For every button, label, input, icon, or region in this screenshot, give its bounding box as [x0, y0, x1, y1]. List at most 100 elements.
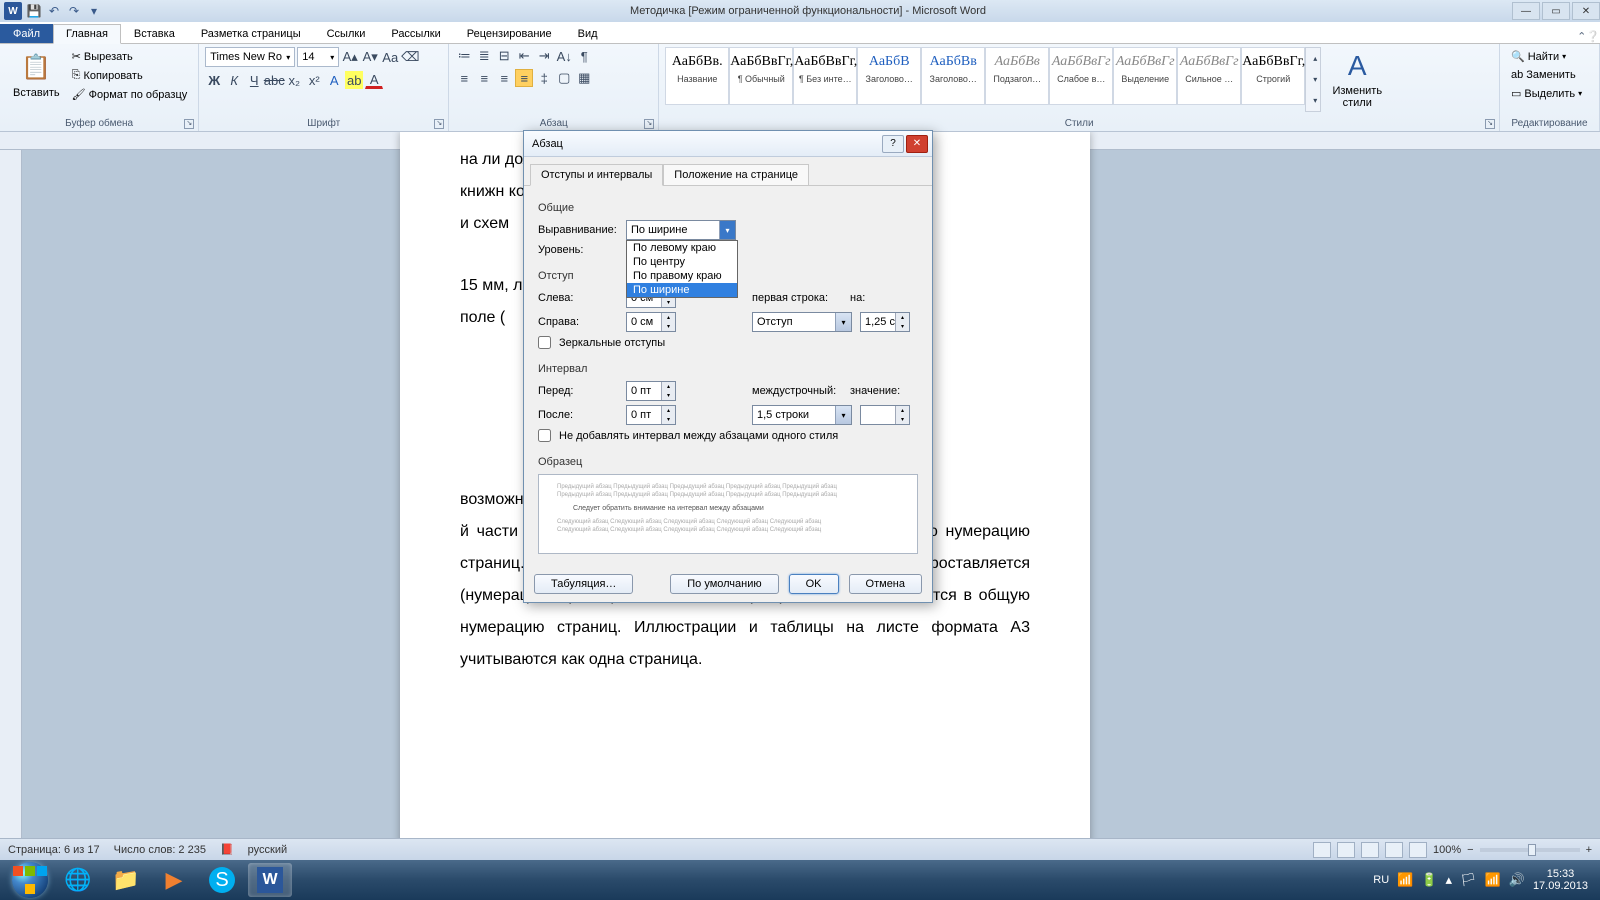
- after-spinner[interactable]: 0 пт▴▾: [626, 405, 676, 425]
- numbering-icon[interactable]: ≣: [475, 47, 493, 65]
- style-item[interactable]: АаБбВвГг,¶ Без инте…: [793, 47, 857, 105]
- change-styles-button[interactable]: AИзменить стили: [1321, 47, 1393, 112]
- alignment-combo[interactable]: По ширине▾ По левому краюПо центруПо пра…: [626, 220, 736, 240]
- subscript-icon[interactable]: x₂: [285, 71, 303, 89]
- copy-button[interactable]: ⎘Копировать: [67, 66, 193, 85]
- alignment-dropdown[interactable]: По левому краюПо центруПо правому краюПо…: [626, 240, 738, 298]
- underline-icon[interactable]: Ч: [245, 71, 263, 89]
- cut-button[interactable]: ✂Вырезать: [67, 47, 193, 66]
- undo-icon[interactable]: ↶: [46, 3, 62, 19]
- italic-icon[interactable]: К: [225, 71, 243, 89]
- qat-more-icon[interactable]: ▾: [86, 3, 102, 19]
- tab-review[interactable]: Рецензирование: [454, 24, 565, 43]
- minimize-button[interactable]: —: [1512, 2, 1540, 20]
- zoom-slider[interactable]: [1480, 848, 1580, 852]
- font-color-icon[interactable]: A: [365, 71, 383, 89]
- at-spinner[interactable]: ▴▾: [860, 405, 910, 425]
- font-size-combo[interactable]: 14▾: [297, 47, 339, 67]
- tray-clock[interactable]: 15:33 17.09.2013: [1533, 868, 1588, 892]
- bullets-icon[interactable]: ≔: [455, 47, 473, 65]
- style-item[interactable]: АаБбВвГгСлабое в…: [1049, 47, 1113, 105]
- font-family-combo[interactable]: Times New Ro▾: [205, 47, 295, 67]
- style-item[interactable]: АаБбВв.Название: [665, 47, 729, 105]
- chevron-down-icon[interactable]: ▾: [835, 406, 851, 424]
- word-icon[interactable]: W: [4, 2, 22, 20]
- proofing-icon[interactable]: 📕: [220, 843, 234, 856]
- view-fullscreen-icon[interactable]: [1337, 842, 1355, 858]
- mirror-indents-checkbox[interactable]: [538, 336, 551, 349]
- indent-dec-icon[interactable]: ⇤: [515, 47, 533, 65]
- line-spacing-icon[interactable]: ‡: [535, 69, 553, 87]
- window-close-button[interactable]: ✕: [1572, 2, 1600, 20]
- shading-icon[interactable]: ▢: [555, 69, 573, 87]
- battery-icon[interactable]: 🔋: [1421, 872, 1437, 888]
- change-case-icon[interactable]: Aa: [381, 48, 399, 66]
- dropdown-option[interactable]: По правому краю: [627, 269, 737, 283]
- multilevel-icon[interactable]: ⊟: [495, 47, 513, 65]
- taskbar-explorer[interactable]: 📁: [104, 863, 148, 897]
- align-justify-icon[interactable]: ≡: [515, 69, 533, 87]
- status-words[interactable]: Число слов: 2 235: [114, 844, 206, 856]
- dialog-tab-pageposition[interactable]: Положение на странице: [663, 164, 809, 186]
- clear-format-icon[interactable]: ⌫: [401, 48, 419, 66]
- dialog-launcher-icon[interactable]: ↘: [1485, 119, 1495, 129]
- align-center-icon[interactable]: ≡: [475, 69, 493, 87]
- bold-icon[interactable]: Ж: [205, 71, 223, 89]
- shrink-font-icon[interactable]: A▾: [361, 48, 379, 66]
- format-painter-button[interactable]: 🖌Формат по образцу: [67, 85, 193, 104]
- grow-font-icon[interactable]: A▴: [341, 48, 359, 66]
- chevron-down-icon[interactable]: ▾: [719, 221, 735, 239]
- redo-icon[interactable]: ↷: [66, 3, 82, 19]
- dialog-help-button[interactable]: ?: [882, 135, 904, 153]
- dialog-tab-indents[interactable]: Отступы и интервалы: [530, 164, 663, 186]
- by-spinner[interactable]: 1,25 см▴▾: [860, 312, 910, 332]
- before-spinner[interactable]: 0 пт▴▾: [626, 381, 676, 401]
- strike-icon[interactable]: abc: [265, 71, 283, 89]
- action-center-icon[interactable]: 🏳: [1460, 872, 1477, 888]
- select-button[interactable]: ▭Выделить▾: [1506, 84, 1593, 103]
- replace-button[interactable]: abЗаменить: [1506, 66, 1593, 84]
- style-item[interactable]: АаБбВвГгВыделение: [1113, 47, 1177, 105]
- view-web-icon[interactable]: [1361, 842, 1379, 858]
- dialog-launcher-icon[interactable]: ↘: [184, 119, 194, 129]
- tray-more-icon[interactable]: ▴: [1446, 872, 1453, 888]
- dialog-launcher-icon[interactable]: ↘: [644, 119, 654, 129]
- dropdown-option[interactable]: По ширине: [627, 283, 737, 297]
- taskbar-skype[interactable]: S: [200, 863, 244, 897]
- find-button[interactable]: 🔍Найти▾: [1506, 47, 1593, 66]
- pilcrow-icon[interactable]: ¶: [575, 47, 593, 65]
- taskbar-chrome[interactable]: 🌐: [56, 863, 100, 897]
- style-item[interactable]: АаБбВвЗаголово…: [921, 47, 985, 105]
- text-effects-icon[interactable]: A: [325, 71, 343, 89]
- styles-gallery[interactable]: АаБбВв.НазваниеАаБбВвГг,¶ ОбычныйАаБбВвГ…: [665, 47, 1305, 112]
- dropdown-option[interactable]: По центру: [627, 255, 737, 269]
- dialog-close-button[interactable]: ✕: [906, 135, 928, 153]
- tab-mailings[interactable]: Рассылки: [378, 24, 453, 43]
- linespacing-combo[interactable]: 1,5 строки▾: [752, 405, 852, 425]
- vertical-ruler[interactable]: [0, 150, 22, 872]
- highlight-icon[interactable]: ab: [345, 71, 363, 89]
- tray-lang[interactable]: RU: [1373, 874, 1389, 886]
- view-draft-icon[interactable]: [1409, 842, 1427, 858]
- style-item[interactable]: АаБбВвГгСильное …: [1177, 47, 1241, 105]
- help-icon[interactable]: ❔: [1586, 30, 1600, 43]
- tab-layout[interactable]: Разметка страницы: [188, 24, 314, 43]
- align-left-icon[interactable]: ≡: [455, 69, 473, 87]
- volume-icon[interactable]: 🔊: [1509, 872, 1525, 888]
- style-item[interactable]: АаБбВвГг,¶ Обычный: [729, 47, 793, 105]
- zoom-out-icon[interactable]: −: [1467, 844, 1473, 856]
- tab-insert[interactable]: Вставка: [121, 24, 188, 43]
- maximize-button[interactable]: ▭: [1542, 2, 1570, 20]
- tab-file[interactable]: Файл: [0, 24, 53, 43]
- start-button[interactable]: [6, 863, 54, 897]
- style-item[interactable]: АаБбВЗаголово…: [857, 47, 921, 105]
- dialog-launcher-icon[interactable]: ↘: [434, 119, 444, 129]
- chevron-down-icon[interactable]: ▾: [835, 313, 851, 331]
- save-icon[interactable]: 💾: [26, 3, 42, 19]
- taskbar-word[interactable]: W: [248, 863, 292, 897]
- align-right-icon[interactable]: ≡: [495, 69, 513, 87]
- dialog-titlebar[interactable]: Абзац ? ✕: [524, 131, 932, 157]
- status-language[interactable]: русский: [248, 844, 287, 856]
- wifi-icon[interactable]: 📶: [1485, 872, 1501, 888]
- dropdown-option[interactable]: По левому краю: [627, 241, 737, 255]
